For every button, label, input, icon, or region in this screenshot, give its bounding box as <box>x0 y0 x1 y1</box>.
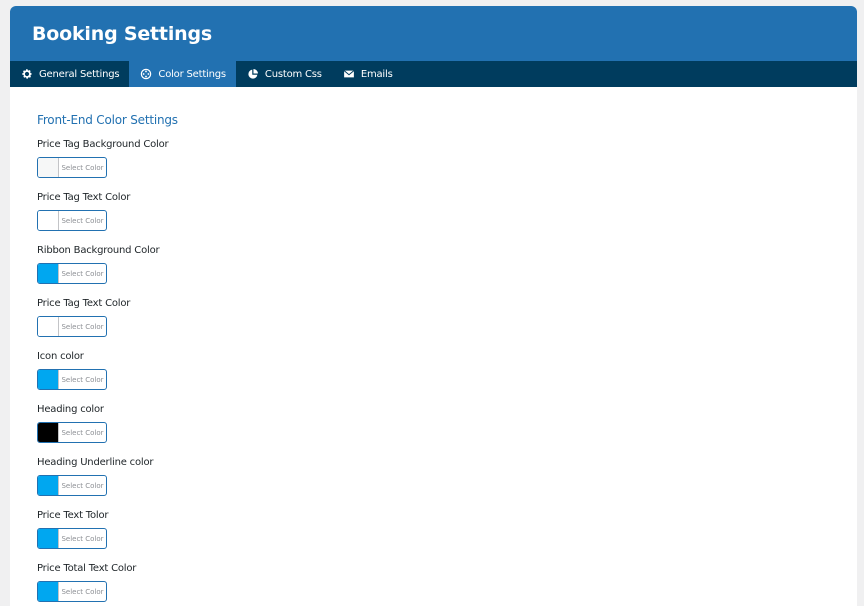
select-color-label: Select Color <box>61 163 104 172</box>
color-swatch <box>38 476 59 495</box>
field-label: Price Tag Text Color <box>37 192 131 203</box>
field-label: Price Tag Text Color <box>37 298 131 309</box>
color-swatch <box>38 423 59 442</box>
field-price-text-color: Price Text Tolor Select Color <box>37 510 830 549</box>
color-picker-button[interactable]: Select Color <box>37 528 107 549</box>
field-icon-color: Icon color Select Color <box>37 351 830 390</box>
field-ribbon-background-color: Ribbon Background Color Select Color <box>37 245 830 284</box>
color-picker-button[interactable]: Select Color <box>37 210 107 231</box>
field-label: Heading color <box>37 404 104 415</box>
color-swatch <box>38 264 59 283</box>
color-picker-button[interactable]: Select Color <box>37 263 107 284</box>
select-color-label: Select Color <box>61 534 104 543</box>
field-heading-color: Heading color Select Color <box>37 404 830 443</box>
select-color-label: Select Color <box>61 216 104 225</box>
tab-label: Custom Css <box>264 68 322 80</box>
field-heading-underline-color: Heading Underline color Select Color <box>37 457 830 496</box>
color-swatch <box>38 211 59 230</box>
section-title: Front-End Color Settings <box>37 113 178 127</box>
color-picker-button[interactable]: Select Color <box>37 581 107 602</box>
tab-custom-css[interactable]: Custom Css <box>236 61 332 87</box>
color-settings-content: Front-End Color Settings Price Tag Backg… <box>10 87 857 602</box>
tab-label: General Settings <box>39 68 120 80</box>
tab-label: Color Settings <box>158 68 226 80</box>
page-title: Booking Settings <box>32 22 212 45</box>
select-color-label: Select Color <box>61 322 104 331</box>
color-picker-button[interactable]: Select Color <box>37 157 107 178</box>
field-price-tag-text-color: Price Tag Text Color Select Color <box>37 192 830 231</box>
envelope-icon <box>343 70 355 78</box>
color-picker-button[interactable]: Select Color <box>37 369 107 390</box>
color-swatch <box>38 582 59 601</box>
color-swatch <box>38 370 59 389</box>
page-header: Booking Settings <box>10 6 857 61</box>
field-price-tag-text-color-2: Price Tag Text Color Select Color <box>37 298 830 337</box>
tab-emails[interactable]: Emails <box>332 61 403 87</box>
color-swatch <box>38 158 59 177</box>
select-color-label: Select Color <box>61 269 104 278</box>
field-price-total-text-color: Price Total Text Color Select Color <box>37 563 830 602</box>
color-picker-button[interactable]: Select Color <box>37 316 107 337</box>
color-picker-button[interactable]: Select Color <box>37 475 107 496</box>
select-color-label: Select Color <box>61 587 104 596</box>
select-color-label: Select Color <box>61 428 104 437</box>
field-label: Price Tag Background Color <box>37 139 169 150</box>
field-label: Icon color <box>37 351 84 362</box>
gear-icon <box>22 69 32 79</box>
tab-label: Emails <box>360 68 393 80</box>
palette-icon <box>141 68 152 80</box>
tab-bar: General Settings Color Settings Custom C… <box>10 61 857 87</box>
field-label: Heading Underline color <box>37 457 154 468</box>
tab-general-settings[interactable]: General Settings <box>10 61 129 87</box>
field-label: Ribbon Background Color <box>37 245 160 256</box>
field-price-tag-background-color: Price Tag Background Color Select Color <box>37 139 830 178</box>
color-picker-button[interactable]: Select Color <box>37 422 107 443</box>
select-color-label: Select Color <box>61 481 104 490</box>
select-color-label: Select Color <box>61 375 104 384</box>
tab-color-settings[interactable]: Color Settings <box>129 61 236 87</box>
field-label: Price Text Tolor <box>37 510 109 521</box>
color-swatch <box>38 529 59 548</box>
field-label: Price Total Text Color <box>37 563 137 574</box>
color-swatch <box>38 317 59 336</box>
pie-icon <box>248 69 258 79</box>
settings-panel: Booking Settings General Settings Color … <box>10 6 857 606</box>
